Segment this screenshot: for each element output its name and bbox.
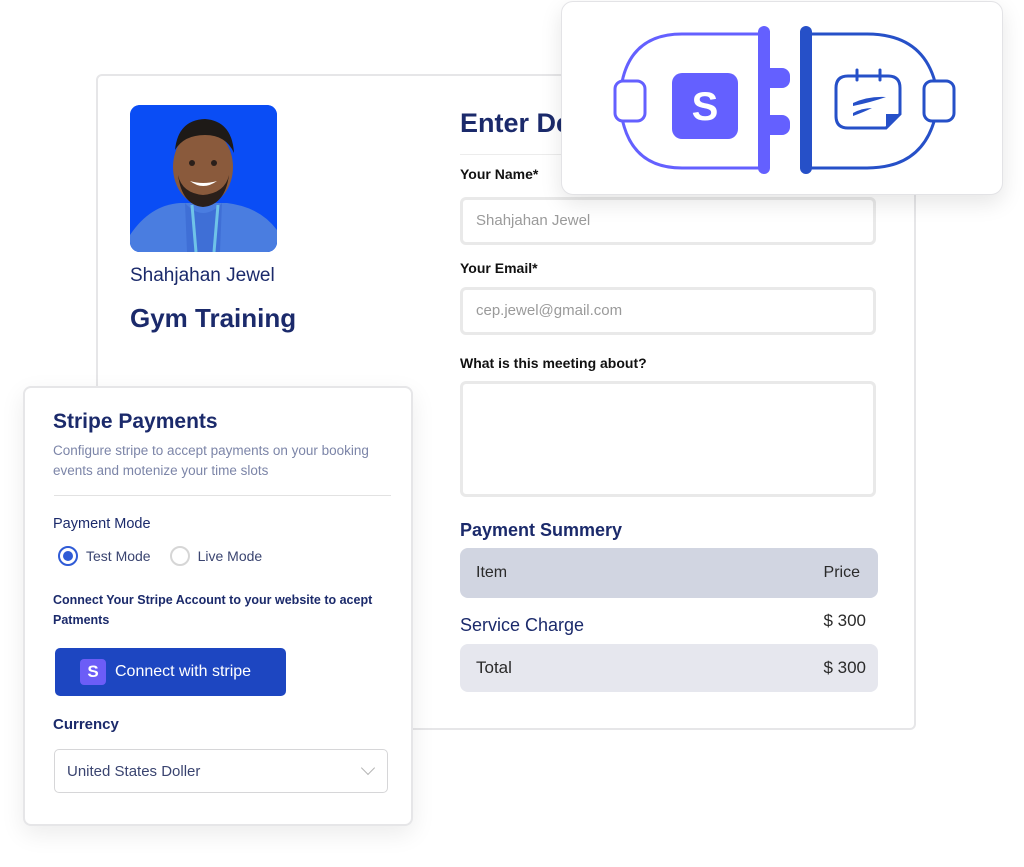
summary-header-item: Item [476, 564, 508, 581]
stripe-s-icon: S [80, 659, 106, 685]
email-input[interactable]: cep.jewel@gmail.com [460, 287, 876, 335]
connect-stripe-label: Connect with stripe [115, 663, 252, 680]
currency-value: United States Doller [67, 762, 201, 780]
summary-row: Service Charge $ 300 [460, 611, 878, 636]
radio-live-mode-label: Live Mode [197, 548, 263, 564]
host-name: Shahjahan Jewel [130, 265, 275, 286]
currency-select[interactable]: United States Doller [54, 749, 388, 793]
stripe-payments-card: Stripe Payments Configure stripe to acce… [23, 386, 413, 826]
summary-header-price: Price [823, 564, 860, 581]
calendar-note-icon [834, 68, 902, 130]
host-avatar [130, 105, 277, 252]
connect-instructions: Connect Your Stripe Account to your webs… [53, 593, 373, 627]
radio-live-mode[interactable]: Live Mode [169, 546, 263, 566]
summary-title: Payment Summery [460, 520, 623, 540]
stripe-description: Configure stripe to accept payments on y… [53, 443, 369, 478]
integration-card: S [561, 1, 1003, 195]
stage: Shahjahan Jewel Gym Training Enter Detai… [0, 0, 1024, 867]
stripe-title: Stripe Payments [53, 410, 218, 433]
payment-mode-radios: Test Mode Live Mode [58, 546, 281, 566]
payment-mode-label: Payment Mode [53, 516, 151, 532]
integration-illustration: S [613, 26, 956, 174]
name-input[interactable]: Shahjahan Jewel [460, 197, 876, 245]
summary-total-label: Total [476, 658, 512, 677]
email-label: Your Email* [460, 260, 538, 276]
about-textarea[interactable] [460, 381, 876, 497]
summary-row-price: $ 300 [823, 611, 866, 630]
radio-test-mode-control[interactable] [58, 546, 78, 566]
about-label: What is this meeting about? [460, 355, 647, 371]
stripe-divider [54, 495, 391, 496]
stripe-s-icon: S [672, 73, 738, 139]
radio-live-mode-control[interactable] [169, 546, 190, 566]
radio-test-mode-label: Test Mode [86, 548, 151, 564]
summary-row-name: Service Charge [460, 615, 585, 635]
svg-text:S: S [692, 85, 719, 129]
summary-total-price: $ 300 [823, 658, 866, 677]
currency-label: Currency [53, 716, 119, 733]
summary-header: Item Price [460, 548, 878, 598]
chevron-down-icon [360, 760, 376, 776]
event-title: Gym Training [130, 303, 297, 333]
radio-test-mode[interactable]: Test Mode [58, 546, 151, 566]
connect-stripe-button[interactable]: S Connect with stripe [55, 648, 286, 696]
name-label: Your Name* [460, 166, 539, 182]
host-photo [130, 105, 277, 252]
summary-total: Total $ 300 [460, 644, 878, 692]
